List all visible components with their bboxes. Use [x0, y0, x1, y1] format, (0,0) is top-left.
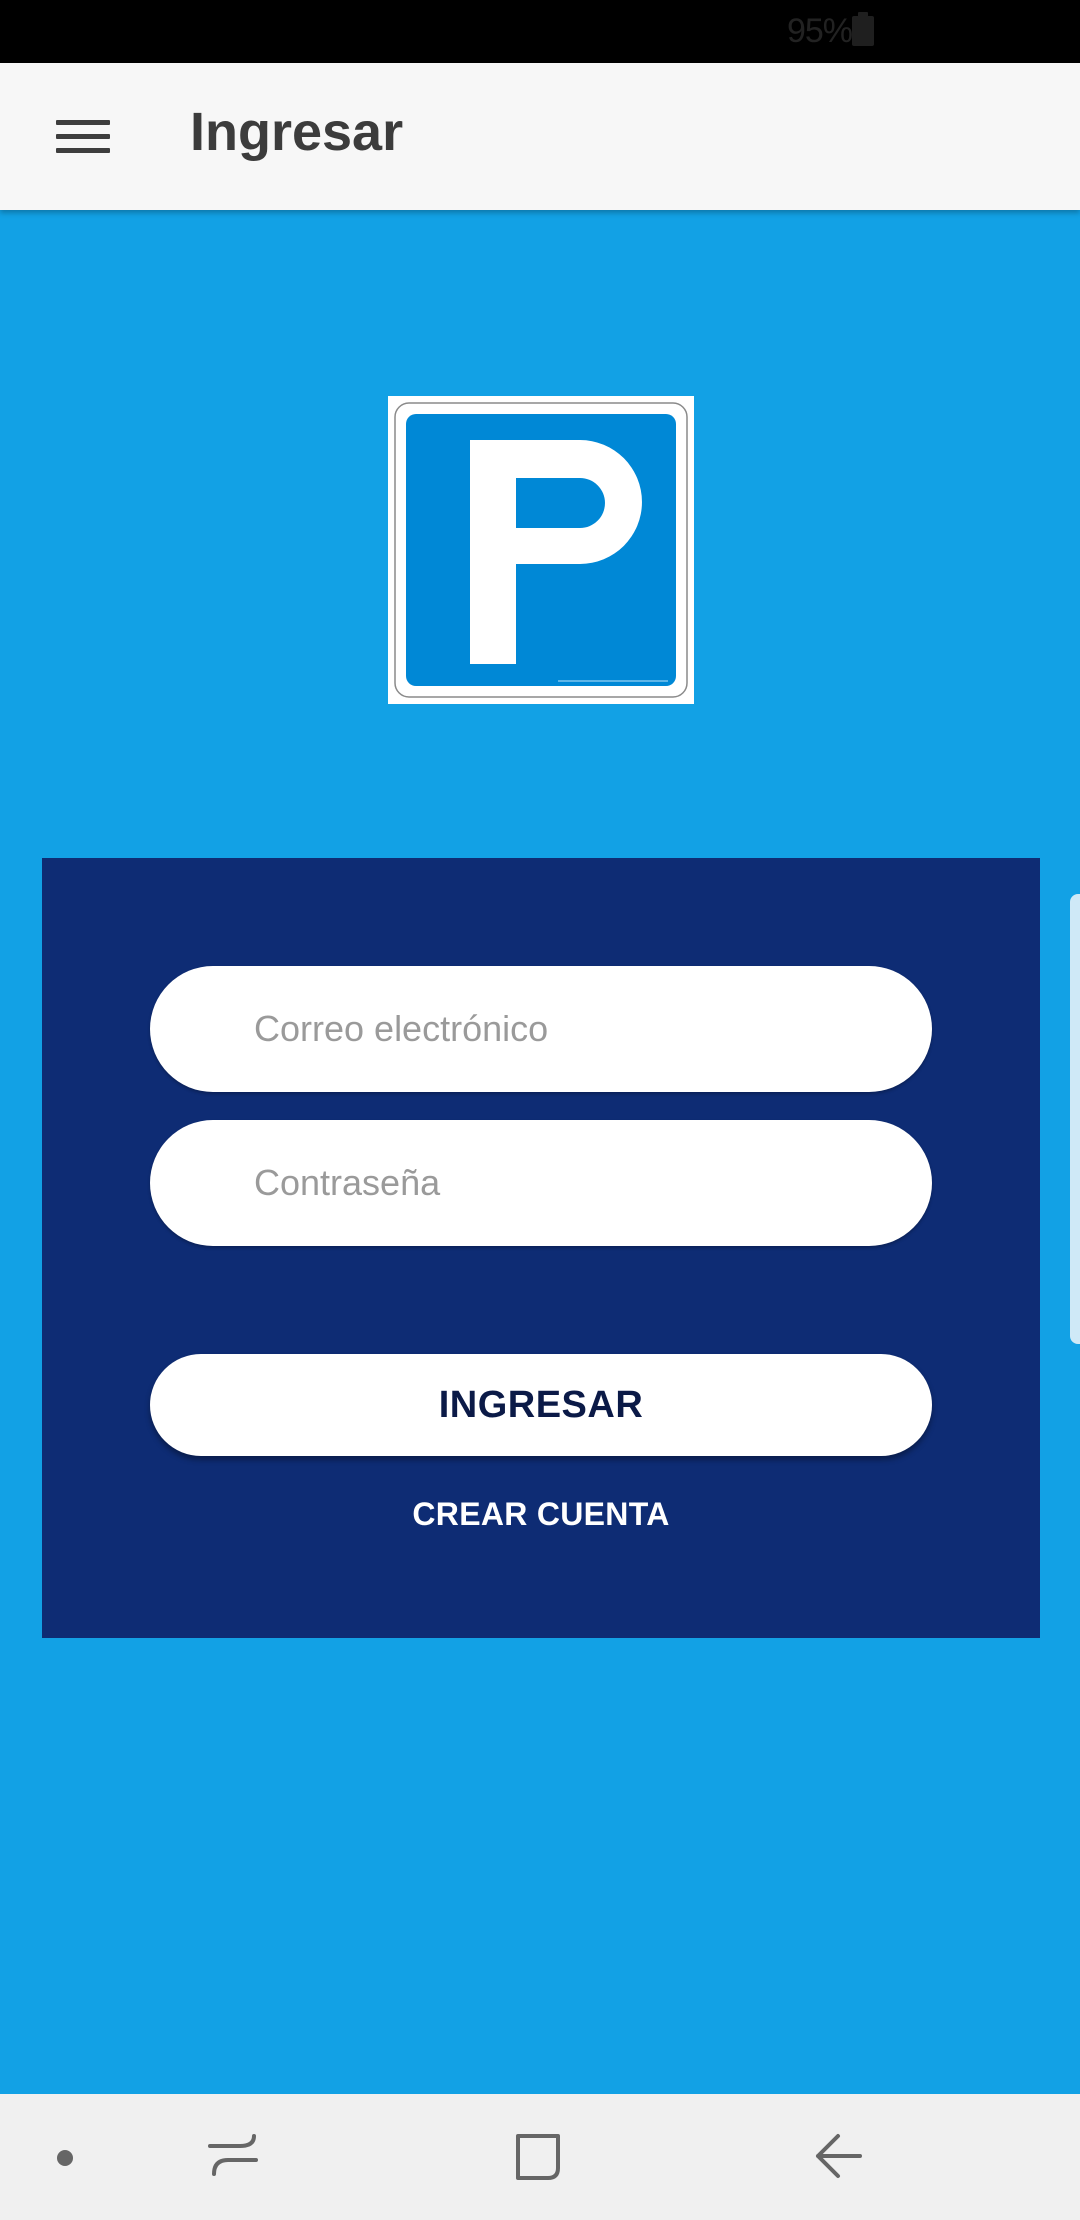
parking-logo: [388, 396, 694, 704]
hamburger-menu-icon[interactable]: [56, 116, 110, 158]
email-field-container: [150, 966, 932, 1092]
home-icon[interactable]: [512, 2128, 568, 2189]
password-field-container: [150, 1120, 932, 1246]
app-bar: Ingresar: [0, 63, 1080, 210]
nav-dot-icon[interactable]: [57, 2150, 73, 2166]
edge-panel-handle[interactable]: [1070, 894, 1080, 1344]
battery-icon: [852, 12, 874, 46]
back-icon[interactable]: [812, 2128, 868, 2189]
page-title: Ingresar: [190, 102, 404, 162]
login-button[interactable]: INGRESAR: [150, 1354, 932, 1456]
navigation-bar: [0, 2094, 1080, 2220]
password-field[interactable]: [150, 1120, 932, 1246]
status-bar: 95%: [0, 0, 1080, 63]
battery-percent: 95%: [786, 12, 853, 50]
parking-sign-icon: [388, 396, 694, 704]
recents-icon[interactable]: [206, 2128, 262, 2189]
create-account-link[interactable]: CREAR CUENTA: [42, 1496, 1040, 1533]
email-field[interactable]: [150, 966, 932, 1092]
login-panel: INGRESAR CREAR CUENTA: [42, 858, 1040, 1638]
